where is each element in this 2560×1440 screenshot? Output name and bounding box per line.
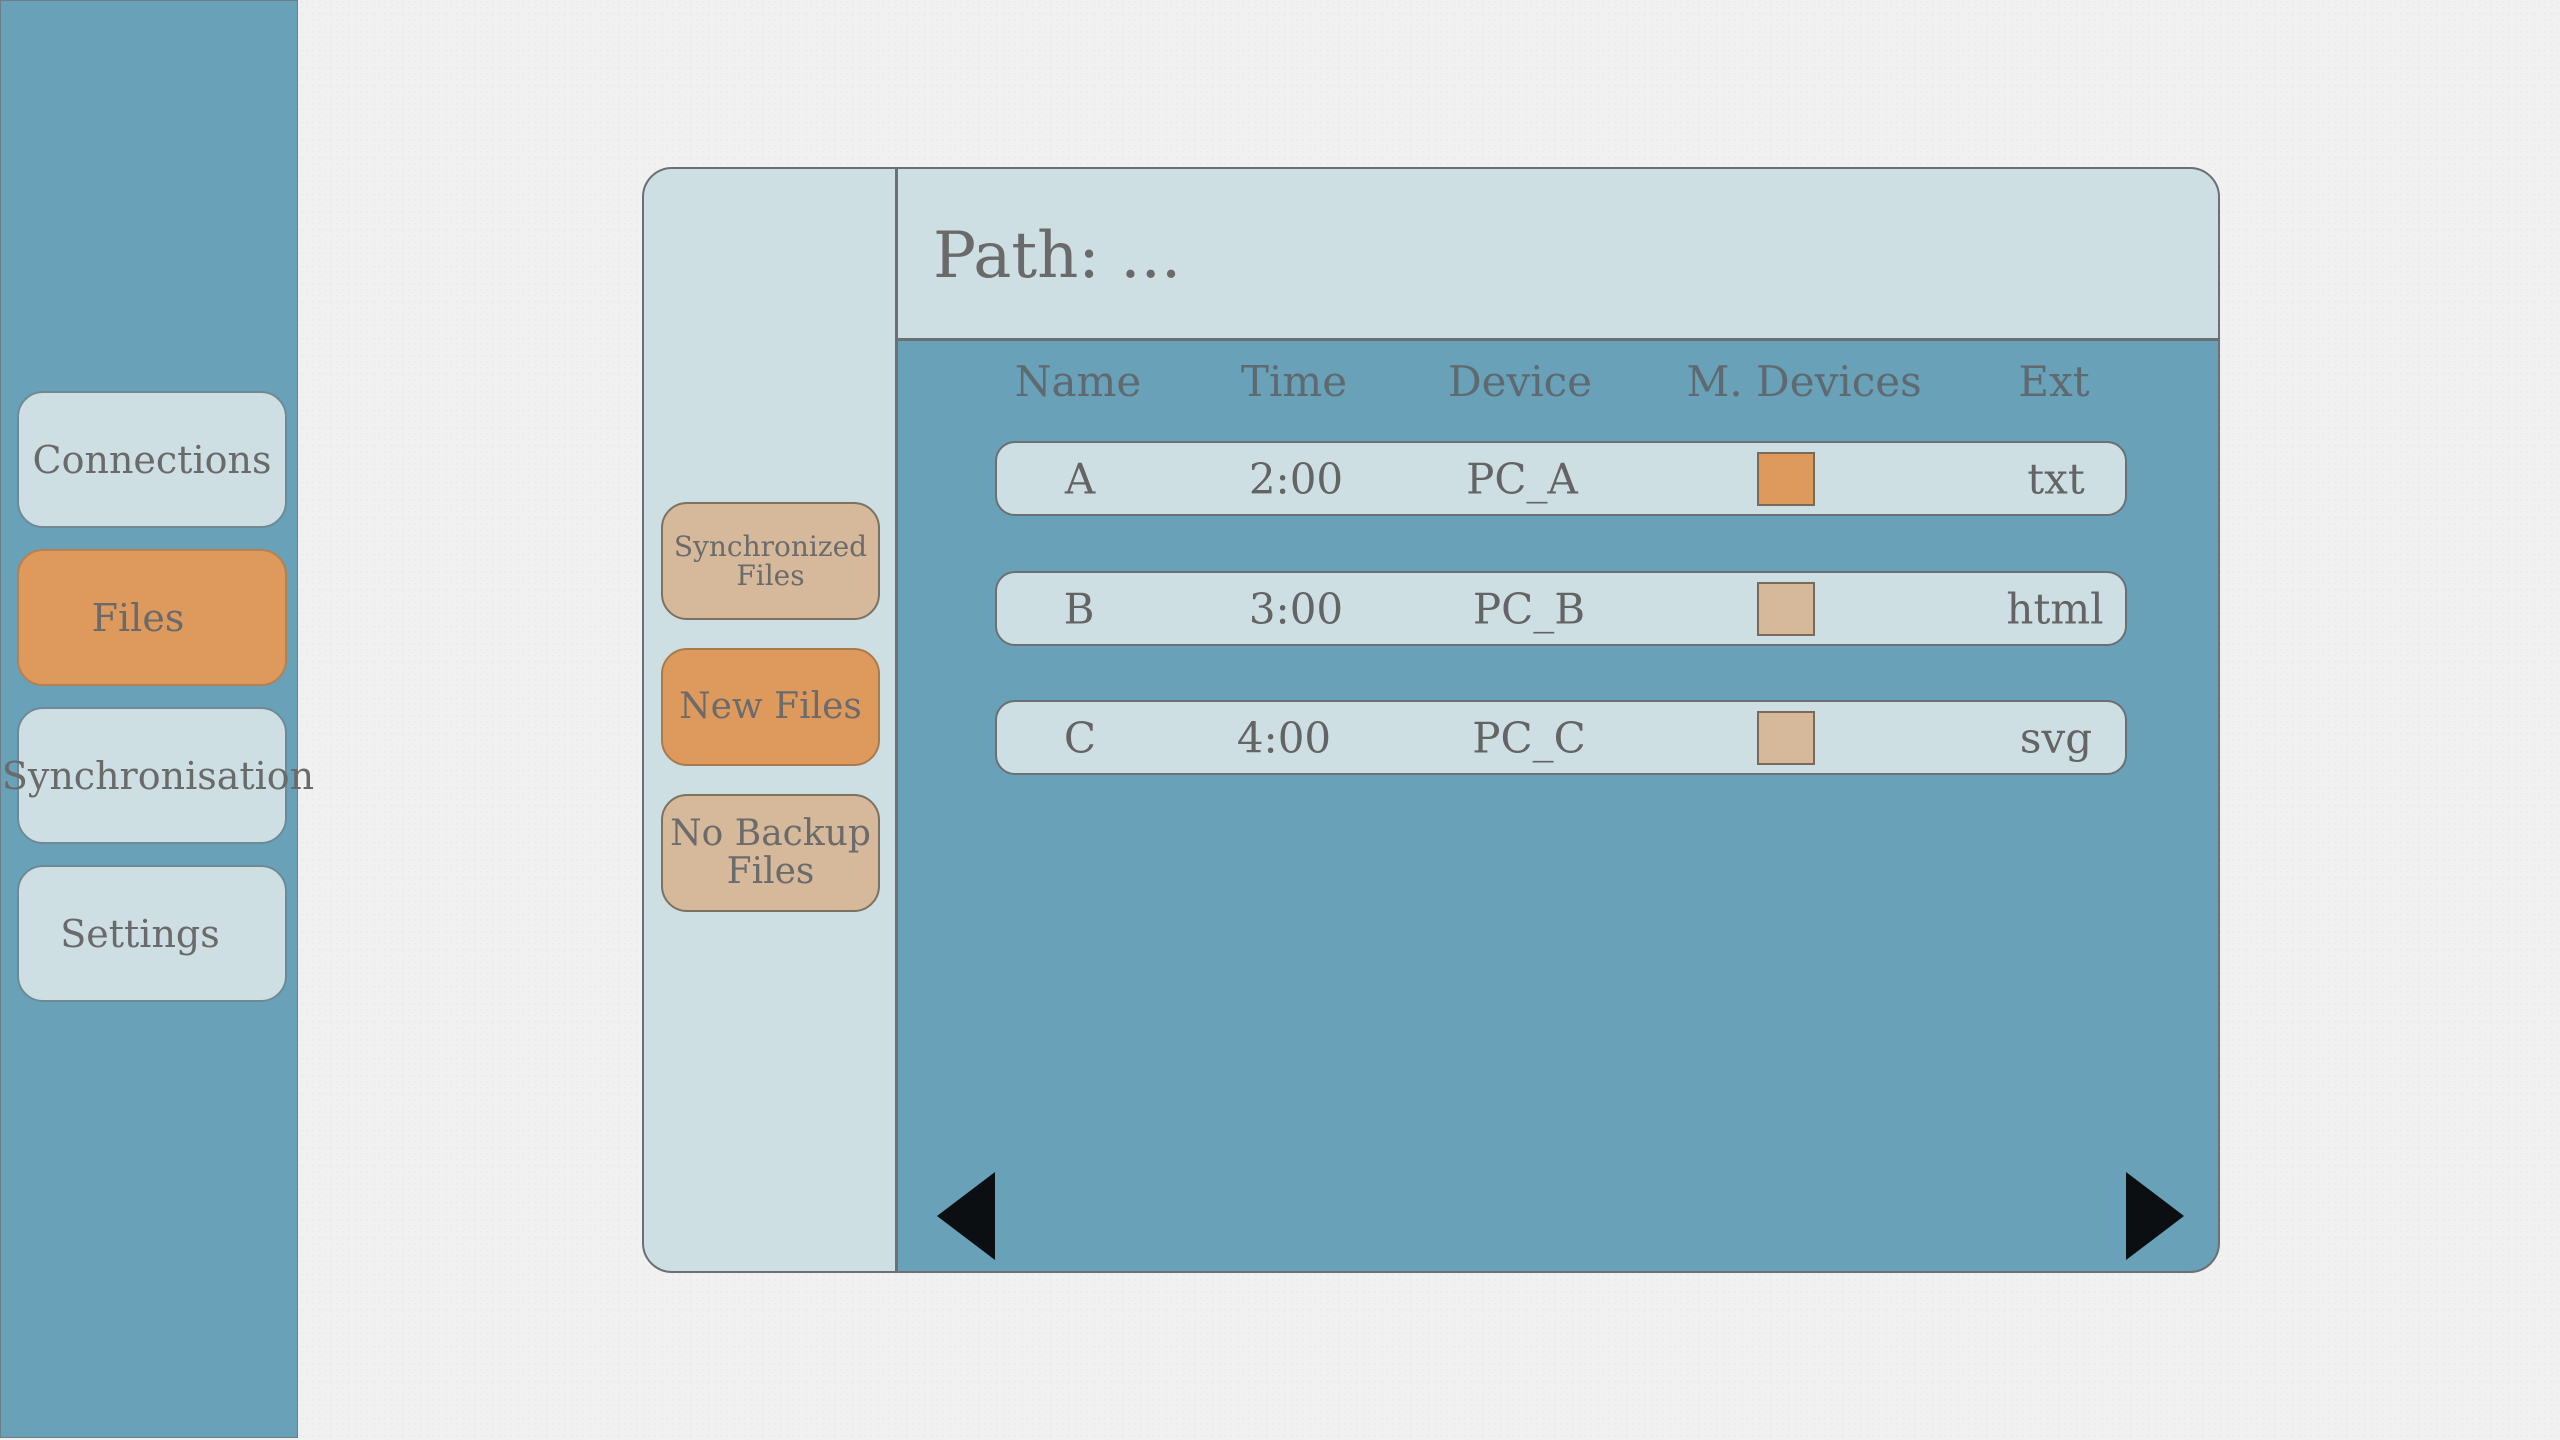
triangle-right-icon[interactable]	[2126, 1172, 2184, 1260]
cell-time: 3:00	[1248, 584, 1344, 633]
cell-device: PC_B	[1472, 584, 1586, 633]
m-devices-indicator	[1757, 710, 1815, 765]
cell-ext: html	[2006, 584, 2104, 633]
path-label: Path: ...	[933, 219, 1182, 293]
filter-label-line: No Backup	[670, 813, 871, 855]
filter-column: Synchronized Files New Files No Backup F…	[644, 169, 898, 1271]
sidebar-item-label: Connections	[32, 437, 272, 482]
cell-name: B	[1063, 584, 1095, 633]
triangle-left-icon[interactable]	[937, 1172, 995, 1260]
filter-label: Synchronized Files	[673, 529, 868, 592]
path-bar: Path: ...	[898, 169, 2218, 341]
table-row[interactable]: A 2:00 PC_A txt	[995, 441, 2127, 516]
cell-ext: svg	[2019, 713, 2093, 762]
cell-name: C	[1063, 713, 1097, 762]
filter-label: New Files	[679, 686, 862, 728]
m-devices-indicator	[1757, 581, 1815, 636]
m-devices-indicator	[1757, 451, 1815, 506]
column-header-m-devices: M. Devices	[1686, 357, 1922, 406]
table-row[interactable]: C 4:00 PC_C svg	[995, 700, 2127, 775]
cell-time: 2:00	[1248, 454, 1344, 503]
filter-label-line: Files	[736, 559, 805, 592]
filter-synchronized-files-button[interactable]: Synchronized Files	[661, 502, 880, 620]
filter-label-line: Files	[726, 851, 815, 892]
sidebar-item-synchronisation[interactable]: Synchronisation	[2, 707, 314, 844]
column-header-name: Name	[1014, 357, 1142, 406]
column-header-device: Device	[1447, 357, 1593, 406]
sidebar: Connections Files Synchronisation Settin…	[0, 0, 314, 1438]
filter-label-line: Synchronized	[673, 529, 868, 563]
cell-name: A	[1064, 454, 1096, 503]
sidebar-item-files[interactable]: Files	[17, 549, 287, 686]
filter-new-files-button[interactable]: New Files	[661, 648, 880, 766]
table-row[interactable]: B 3:00 PC_B html	[995, 571, 2127, 646]
filter-label: No Backup Files	[670, 815, 871, 891]
cell-device: PC_A	[1466, 454, 1578, 503]
sidebar-item-connections[interactable]: Connections	[17, 391, 287, 528]
sidebar-item-settings[interactable]: Settings	[17, 865, 287, 1002]
files-panel: Synchronized Files New Files No Backup F…	[642, 167, 2220, 1273]
column-header-ext: Ext	[2018, 357, 2090, 406]
cell-device: PC_C	[1472, 713, 1586, 762]
filter-no-backup-files-button[interactable]: No Backup Files	[661, 794, 880, 912]
sidebar-item-label: Settings	[60, 911, 220, 956]
cell-ext: txt	[2027, 454, 2085, 503]
cell-time: 4:00	[1236, 713, 1332, 762]
sidebar-item-label: Synchronisation	[1, 753, 315, 798]
sidebar-item-label: Files	[91, 595, 185, 640]
column-header-time: Time	[1240, 357, 1348, 406]
